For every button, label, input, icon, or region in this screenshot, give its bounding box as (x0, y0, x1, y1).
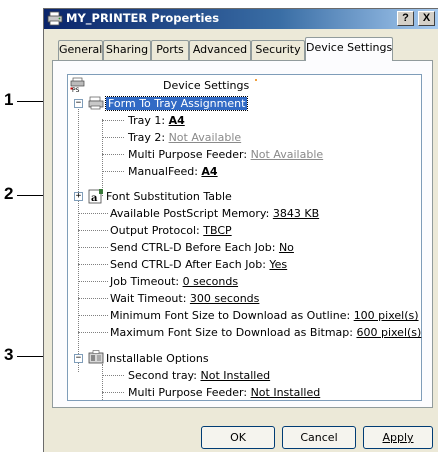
opt-mpf-label: Multi Purpose Feeder: (128, 386, 248, 399)
properties-window: MY_PRINTER Properties ? X General Sharin… (43, 8, 438, 452)
tree-line (102, 154, 124, 155)
tree-line (102, 119, 103, 196)
ok-button[interactable]: OK (201, 426, 275, 449)
tray-icon (88, 96, 104, 110)
callout-1: 1 (4, 90, 14, 109)
tray2-value[interactable]: Not Available (169, 131, 242, 144)
protocol-value[interactable]: TBCP (203, 224, 231, 237)
tab-sharing[interactable]: Sharing (103, 40, 151, 60)
ctrl-before-label: Send CTRL-D Before Each Job: (110, 241, 276, 254)
tree-ctrl-after[interactable]: Send CTRL-D After Each Job: Yes (110, 256, 287, 273)
tree-line (78, 315, 108, 316)
device-settings-panel: PS Device Settings − Form To Tray Assign… (52, 60, 433, 408)
apply-label: Apply (382, 431, 414, 444)
tab-advanced[interactable]: Advanced (189, 40, 251, 60)
cancel-button[interactable]: Cancel (282, 426, 356, 449)
ps-memory-value[interactable]: 3843 KB (273, 207, 319, 220)
job-timeout-label: Job Timeout: (110, 275, 180, 288)
tree-line (102, 392, 124, 393)
wait-timeout-value[interactable]: 300 seconds (190, 292, 259, 305)
tree-line (102, 364, 103, 400)
svg-text:PS: PS (72, 87, 80, 93)
callout-3: 3 (4, 345, 14, 364)
tree-line (78, 264, 108, 265)
tray1-value[interactable]: A4 (169, 114, 185, 127)
tree-line (78, 247, 108, 248)
tree-form-to-tray[interactable]: Form To Tray Assignment (104, 95, 249, 112)
settings-tree[interactable]: PS Device Settings − Form To Tray Assign… (67, 74, 422, 401)
font-icon: a (88, 189, 103, 204)
ctrl-before-value[interactable]: No (279, 241, 294, 254)
collapse-installable[interactable]: − (74, 354, 83, 363)
options-icon (88, 350, 104, 364)
tree-line (78, 281, 108, 282)
ps-printer-icon: PS (70, 77, 85, 93)
mpf-label: Multi Purpose Feeder: (128, 148, 248, 161)
tree-job-timeout[interactable]: Job Timeout: 0 seconds (110, 273, 238, 290)
help-button[interactable]: ? (397, 11, 414, 26)
collapse-form-to-tray[interactable]: − (74, 99, 83, 108)
tab-device-settings[interactable]: Device Settings (305, 37, 393, 61)
tab-ports[interactable]: Ports (151, 40, 189, 60)
tree-protocol[interactable]: Output Protocol: TBCP (110, 222, 232, 239)
svg-text:a: a (91, 193, 98, 204)
tree-min-font[interactable]: Minimum Font Size to Download as Outline… (110, 307, 419, 324)
manualfeed-value[interactable]: A4 (201, 165, 217, 178)
tree-tray1[interactable]: Tray 1: A4 (128, 112, 185, 129)
max-font-label: Maximum Font Size to Download as Bitmap: (110, 326, 353, 339)
job-timeout-value[interactable]: 0 seconds (183, 275, 238, 288)
tree-root[interactable]: Device Settings (163, 77, 249, 94)
tree-ps-memory[interactable]: Available PostScript Memory: 3843 KB (110, 205, 319, 222)
protocol-label: Output Protocol: (110, 224, 200, 237)
tree-line (102, 375, 124, 376)
manualfeed-label: ManualFeed: (128, 165, 198, 178)
apply-button[interactable]: Apply (363, 426, 433, 449)
mpf-value[interactable]: Not Available (251, 148, 324, 161)
tree-second-tray[interactable]: Second tray: Not Installed (128, 367, 270, 384)
ps-memory-label: Available PostScript Memory: (110, 207, 270, 220)
decorative-mark (255, 79, 257, 81)
second-tray-value[interactable]: Not Installed (200, 369, 270, 382)
tray1-label: Tray 1: (128, 114, 166, 127)
tree-line (78, 230, 108, 231)
tray2-label: Tray 2: (128, 131, 166, 144)
expand-font-sub[interactable]: + (74, 192, 83, 201)
opt-mpf-value[interactable]: Not Installed (251, 386, 321, 399)
max-font-value[interactable]: 600 pixel(s) (356, 326, 421, 339)
tree-font-sub[interactable]: Font Substitution Table (106, 188, 232, 205)
title-bar[interactable]: MY_PRINTER Properties ? X (44, 9, 438, 29)
form-to-tray-label: Form To Tray Assignment (104, 96, 249, 111)
second-tray-label: Second tray: (128, 369, 197, 382)
tree-line (102, 137, 124, 138)
tree-installable[interactable]: Installable Options (106, 350, 209, 367)
tree-opt-mpf[interactable]: Multi Purpose Feeder: Not Installed (128, 384, 320, 401)
tree-max-font[interactable]: Maximum Font Size to Download as Bitmap:… (110, 324, 421, 341)
tree-line (78, 213, 108, 214)
tree-ctrl-before[interactable]: Send CTRL-D Before Each Job: No (110, 239, 294, 256)
tree-line (102, 120, 124, 121)
min-font-value[interactable]: 100 pixel(s) (354, 309, 419, 322)
ctrl-after-value[interactable]: Yes (269, 258, 287, 271)
tree-line (78, 332, 108, 333)
callout-2: 2 (4, 184, 14, 203)
tree-tray2[interactable]: Tray 2: Not Available (128, 129, 241, 146)
printer-icon (47, 11, 63, 26)
tab-security[interactable]: Security (251, 40, 305, 60)
tree-wait-timeout[interactable]: Wait Timeout: 300 seconds (110, 290, 259, 307)
tab-general[interactable]: General (58, 40, 103, 60)
window-title: MY_PRINTER Properties (66, 11, 220, 25)
wait-timeout-label: Wait Timeout: (110, 292, 187, 305)
tree-line (102, 171, 124, 172)
close-button[interactable]: X (418, 11, 435, 26)
ctrl-after-label: Send CTRL-D After Each Job: (110, 258, 266, 271)
tree-manualfeed[interactable]: ManualFeed: A4 (128, 163, 218, 180)
tree-line (78, 298, 108, 299)
tree-mpf[interactable]: Multi Purpose Feeder: Not Available (128, 146, 323, 163)
min-font-label: Minimum Font Size to Download as Outline… (110, 309, 351, 322)
